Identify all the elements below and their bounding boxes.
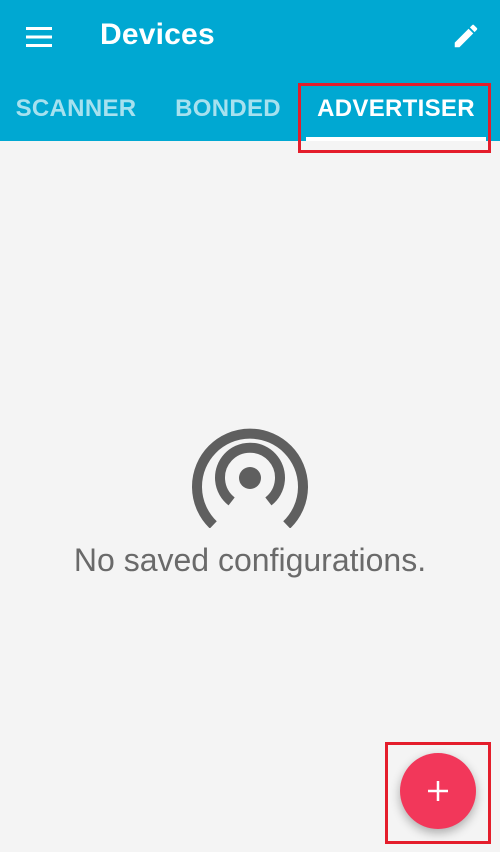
empty-state-message: No saved configurations. bbox=[73, 542, 427, 578]
menu-icon[interactable] bbox=[22, 22, 56, 52]
add-button[interactable] bbox=[400, 753, 476, 829]
tab-advertiser[interactable]: ADVERTISER bbox=[304, 76, 488, 141]
page-title: Devices bbox=[100, 18, 215, 51]
tab-bar: SCANNER BONDED ADVERTISER bbox=[0, 76, 500, 141]
tab-scanner[interactable]: SCANNER bbox=[0, 76, 152, 141]
add-icon bbox=[428, 781, 448, 801]
broadcast-icon bbox=[192, 428, 308, 528]
edit-icon[interactable] bbox=[448, 18, 484, 54]
tab-bonded[interactable]: BONDED bbox=[152, 76, 304, 141]
tab-active-indicator bbox=[306, 137, 486, 141]
app-bar: Devices SCANNER BONDED ADVERTISER bbox=[0, 0, 500, 141]
empty-state: No saved configurations. bbox=[0, 420, 500, 579]
toolbar: Devices bbox=[0, 0, 500, 76]
